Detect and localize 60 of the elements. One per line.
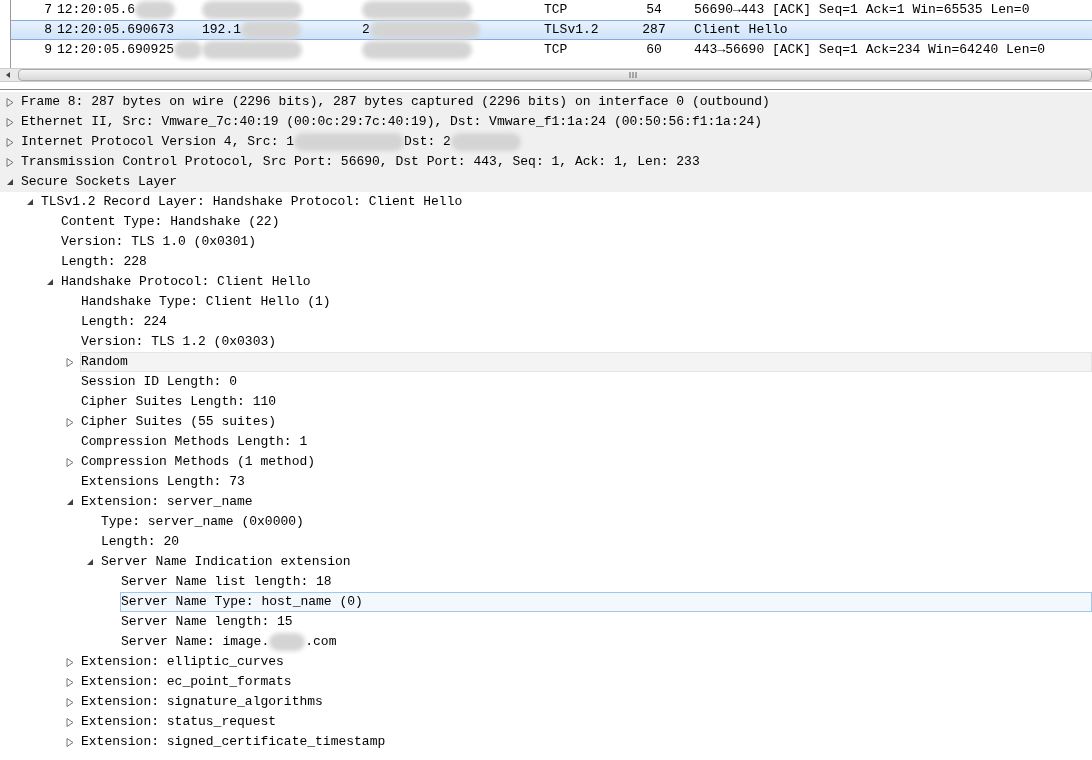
- protocol-cell-text: TCP: [544, 41, 569, 60]
- time-cell-text: 12:20:05.690673: [57, 21, 175, 40]
- tree-item[interactable]: Server Name Type: host_name (0): [120, 592, 1092, 612]
- collapse-arrow-icon[interactable]: [66, 498, 74, 506]
- protocol-cell-text: TLSv1.2: [544, 21, 600, 40]
- tree-item[interactable]: Length: 224: [80, 312, 1092, 332]
- tree-item[interactable]: Extensions Length: 73: [80, 472, 1092, 492]
- grip-icon: [629, 72, 637, 78]
- time-cell-text: 12:20:05.6: [57, 1, 135, 20]
- tree-item[interactable]: Extension: status_request: [80, 712, 1092, 732]
- tree-item[interactable]: Length: 20: [100, 532, 1092, 552]
- info-cell-text: Client Hello: [694, 21, 788, 40]
- tree-item[interactable]: Server Name: image. .com: [120, 632, 1092, 652]
- tree-item[interactable]: Session ID Length: 0: [80, 372, 1092, 392]
- tree-item[interactable]: Extension: server_name: [80, 492, 1092, 512]
- length-cell-text: 54: [645, 1, 663, 20]
- tree-item[interactable]: Server Name Indication extension: [100, 552, 1092, 572]
- tree-item[interactable]: Length: 228: [60, 252, 1092, 272]
- collapse-arrow-icon[interactable]: [46, 278, 54, 286]
- collapse-arrow-icon[interactable]: [6, 178, 14, 186]
- expand-arrow-icon[interactable]: [66, 457, 74, 467]
- horizontal-scrollbar[interactable]: [0, 68, 1092, 82]
- tree-item[interactable]: Handshake Type: Client Hello (1): [80, 292, 1092, 312]
- destination-cell-text: 2: [362, 21, 370, 40]
- packet-row[interactable]: 9 12:20:05.690925 TCP 60 443→56690 [ACK] Seq=1 Ack=234 Win=64240 Len=0: [11, 40, 1092, 60]
- length-cell-text: 60: [645, 41, 663, 60]
- tree-item[interactable]: Content Type: Handshake (22): [60, 212, 1092, 232]
- scroll-left-icon[interactable]: [4, 71, 12, 79]
- number-cell-text: 9: [43, 41, 52, 60]
- tree-item[interactable]: Compression Methods Length: 1: [80, 432, 1092, 452]
- tree-item[interactable]: Extension: elliptic_curves: [80, 652, 1092, 672]
- tree-item[interactable]: Extension: signature_algorithms: [80, 692, 1092, 712]
- tree-item[interactable]: Version: TLS 1.2 (0x0303): [80, 332, 1092, 352]
- source-cell-text: 192.1: [202, 21, 241, 40]
- packet-row[interactable]: 8 12:20:05.690673 192.1 2 TLSv1.2 287 Client Hello: [11, 20, 1092, 40]
- tree-item[interactable]: Cipher Suites Length: 110: [80, 392, 1092, 412]
- tree-item[interactable]: Type: server_name (0x0000): [100, 512, 1092, 532]
- tree-item[interactable]: Extension: ec_point_formats: [80, 672, 1092, 692]
- collapse-arrow-icon[interactable]: [26, 198, 34, 206]
- tree-item[interactable]: Random: [80, 352, 1092, 372]
- collapse-arrow-icon[interactable]: [86, 558, 94, 566]
- time-cell-text: 12:20:05.690925: [57, 41, 175, 60]
- tree-item[interactable]: Compression Methods (1 method): [80, 452, 1092, 472]
- tree-item[interactable]: Server Name list length: 18: [120, 572, 1092, 592]
- protocol-cell-text: TCP: [544, 1, 569, 20]
- tree-item[interactable]: Version: TLS 1.0 (0x0301): [60, 232, 1092, 252]
- info-cell-text: 56690→443 [ACK] Seq=1 Ack=1 Win=65535 Len=0: [694, 1, 1030, 20]
- expand-arrow-icon[interactable]: [66, 357, 74, 367]
- packet-row[interactable]: 7 12:20:05.6 TCP 54 56690→443 [ACK] Seq=1 Ack=1 Win=65535 Len=0: [11, 0, 1092, 20]
- expand-arrow-icon[interactable]: [66, 417, 74, 427]
- info-cell-text: 443→56690 [ACK] Seq=1 Ack=234 Win=64240 Len=0: [694, 41, 1046, 60]
- number-cell-text: 7: [43, 1, 52, 20]
- scrollbar-thumb[interactable]: [18, 69, 1092, 81]
- tree-item[interactable]: Extension: signed_certificate_timestamp: [80, 732, 1092, 752]
- length-cell-text: 287: [641, 21, 667, 40]
- tree-item[interactable]: Handshake Protocol: Client Hello: [60, 272, 1092, 292]
- tree-item[interactable]: TLSv1.2 Record Layer: Handshake Protocol: Client Hello: [40, 192, 1092, 212]
- tree-item[interactable]: Server Name length: 15: [120, 612, 1092, 632]
- tree-item[interactable]: Cipher Suites (55 suites): [80, 412, 1092, 432]
- number-cell-text: 8: [43, 21, 52, 40]
